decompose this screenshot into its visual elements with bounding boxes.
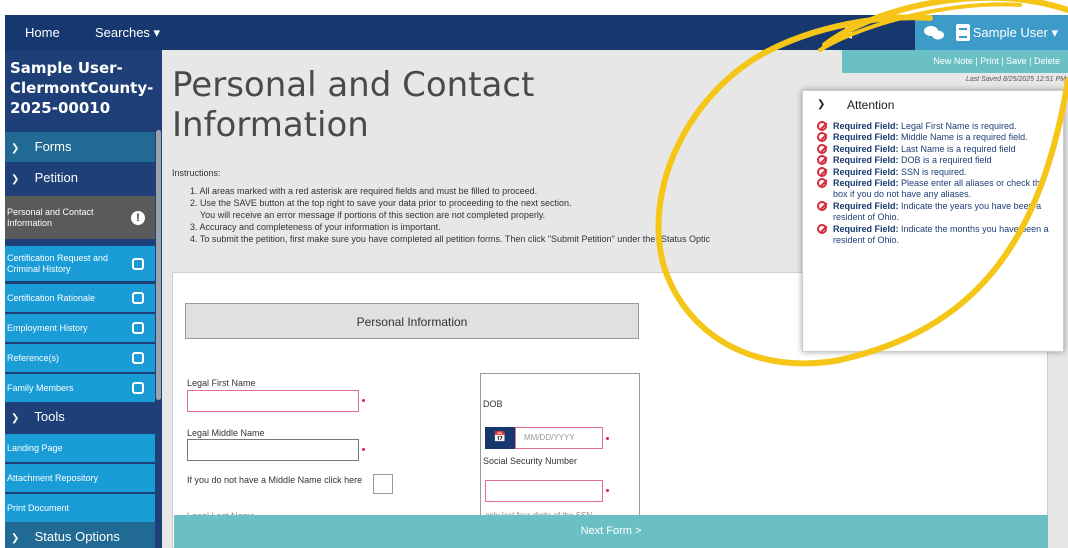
error-icon bbox=[817, 223, 827, 234]
instruction-line: 4. To submit the petition, first make su… bbox=[190, 234, 711, 244]
checkbox-icon bbox=[132, 292, 144, 304]
sidebar-section-forms[interactable]: ❯ Forms bbox=[5, 132, 155, 162]
user-menu[interactable]: Sample User ▾ bbox=[973, 15, 1058, 50]
chat-icon[interactable] bbox=[923, 24, 945, 45]
sidebar-section-petition[interactable]: ❯ Petition bbox=[5, 163, 155, 193]
attention-item: Required Field: Please enter all aliases… bbox=[817, 178, 1057, 201]
sidebar-tool-landing-page[interactable]: Landing Page bbox=[5, 434, 155, 462]
error-icon bbox=[817, 200, 827, 211]
instruction-line: 3. Accuracy and completeness of your inf… bbox=[190, 222, 441, 232]
attention-item: Required Field: Indicate the months you … bbox=[817, 223, 1057, 247]
top-nav-bar: Home Searches ▾ Sample User ▾ bbox=[5, 15, 1068, 50]
sidebar-item-label: Reference(s) bbox=[7, 352, 60, 363]
scrollbar-thumb[interactable] bbox=[156, 130, 161, 400]
sidebar-item-employment-history[interactable]: Employment History bbox=[5, 314, 155, 342]
first-name-input[interactable] bbox=[187, 390, 359, 412]
instructions-label: Instructions: bbox=[172, 168, 221, 178]
page-title: Personal and Contact Information bbox=[172, 65, 535, 145]
sidebar-status-label: Status Options bbox=[34, 529, 120, 544]
attention-list: Required Field: Legal First Name is requ… bbox=[817, 121, 1057, 246]
sidebar-item-label: Certification Rationale bbox=[7, 292, 96, 303]
attention-item: Required Field: SSN is required. bbox=[817, 166, 1057, 178]
chevron-down-icon[interactable]: ❯ bbox=[817, 99, 825, 110]
required-marker bbox=[362, 448, 365, 451]
middle-name-label: Legal Middle Name bbox=[187, 428, 265, 438]
sidebar-item-personal-contact[interactable]: Personal and Contact Information ! bbox=[5, 196, 155, 239]
error-icon bbox=[817, 121, 827, 131]
no-middle-name-checkbox[interactable] bbox=[373, 474, 393, 494]
required-marker bbox=[606, 437, 609, 440]
calendar-icon[interactable]: 📅 bbox=[485, 427, 515, 449]
dob-label: DOB bbox=[483, 399, 503, 409]
chevron-down-icon: ❯ bbox=[11, 174, 20, 185]
nav-searches[interactable]: Searches ▾ bbox=[95, 15, 160, 50]
chevron-down-icon: ❯ bbox=[11, 143, 20, 154]
attention-item: Required Field: Middle Name is a require… bbox=[817, 132, 1057, 143]
last-saved-text: Last Saved 8/25/2025 12:51 PM bbox=[965, 76, 1066, 83]
instruction-line: 2. Use the SAVE button at the top right … bbox=[190, 198, 572, 208]
sidebar-item-label: Certification Request and Criminal Histo… bbox=[7, 252, 109, 274]
section-header: Personal Information bbox=[185, 303, 639, 339]
sidebar-tool-label: Landing Page bbox=[7, 442, 63, 453]
attention-item: Required Field: DOB is a required field bbox=[817, 155, 1057, 166]
sidebar-tool-label: Attachment Repository bbox=[7, 472, 99, 483]
sidebar-forms-label: Forms bbox=[34, 139, 72, 154]
required-marker bbox=[362, 399, 365, 402]
sidebar: Sample User-ClermontCounty-2025-00010 ❯ … bbox=[5, 50, 162, 548]
error-icon bbox=[817, 178, 827, 189]
alert-icon: ! bbox=[131, 210, 145, 225]
sidebar-item-family-members[interactable]: Family Members bbox=[5, 374, 155, 402]
chevron-down-icon: ❯ bbox=[11, 413, 20, 424]
first-name-label: Legal First Name bbox=[187, 378, 256, 388]
sidebar-title: Sample User-ClermontCounty-2025-00010 bbox=[10, 59, 154, 117]
checkbox-icon bbox=[132, 352, 144, 364]
sidebar-item-certification-request[interactable]: Certification Request and Criminal Histo… bbox=[5, 246, 155, 281]
chevron-down-icon: ❯ bbox=[11, 533, 20, 544]
dob-input[interactable]: MM/DD/YYYY bbox=[515, 427, 603, 449]
middle-name-input[interactable] bbox=[187, 439, 359, 461]
required-marker bbox=[606, 489, 609, 492]
sidebar-scrollbar[interactable] bbox=[155, 50, 162, 548]
sidebar-tool-attachment-repository[interactable]: Attachment Repository bbox=[5, 464, 155, 492]
ssn-label: Social Security Number bbox=[483, 456, 578, 466]
sidebar-item-label: Employment History bbox=[7, 322, 88, 333]
attention-item: Required Field: Indicate the years you h… bbox=[817, 200, 1057, 224]
sidebar-section-status-options[interactable]: ❯ Status Options bbox=[5, 522, 155, 548]
nav-home[interactable]: Home bbox=[25, 15, 60, 50]
instruction-line: 1. All areas marked with a red asterisk … bbox=[190, 186, 538, 196]
sidebar-tools-label: Tools bbox=[34, 409, 65, 424]
ssn-input[interactable] bbox=[485, 480, 603, 502]
instruction-line: You will receive an error message if por… bbox=[200, 210, 546, 220]
error-icon bbox=[817, 132, 827, 143]
action-bar[interactable]: New Note | Print | Save | Delete bbox=[842, 50, 1068, 73]
sidebar-tool-label: Print Document bbox=[7, 502, 70, 513]
checkbox-icon bbox=[132, 257, 144, 270]
checkbox-icon bbox=[132, 322, 144, 334]
sidebar-item-references[interactable]: Reference(s) bbox=[5, 344, 155, 372]
sidebar-item-label: Personal and Contact Information bbox=[7, 206, 94, 228]
checkbox-icon bbox=[132, 382, 144, 394]
sidebar-petition-label: Petition bbox=[34, 170, 78, 185]
attention-item: Required Field: Legal First Name is requ… bbox=[817, 121, 1057, 132]
next-form-button[interactable]: Next Form > bbox=[174, 515, 1048, 548]
sidebar-item-label: Family Members bbox=[7, 382, 74, 393]
attention-item: Required Field: Last Name is a required … bbox=[817, 143, 1057, 155]
sidebar-section-tools[interactable]: ❯ Tools bbox=[5, 402, 155, 432]
book-icon[interactable] bbox=[955, 23, 971, 45]
user-area: Sample User ▾ bbox=[915, 15, 1068, 50]
attention-panel: ❯ Attention Required Field: Legal First … bbox=[802, 90, 1064, 352]
no-middle-name-label: If you do not have a Middle Name click h… bbox=[187, 475, 363, 485]
error-icon bbox=[817, 166, 827, 177]
error-icon bbox=[817, 143, 827, 154]
error-icon bbox=[817, 155, 827, 166]
sidebar-tool-print-document[interactable]: Print Document bbox=[5, 494, 155, 522]
contrast-icon[interactable] bbox=[843, 22, 861, 43]
sidebar-item-certification-rationale[interactable]: Certification Rationale bbox=[5, 284, 155, 312]
attention-title: Attention bbox=[847, 98, 895, 112]
instructions-list: 1. All areas marked with a red asterisk … bbox=[190, 185, 840, 245]
